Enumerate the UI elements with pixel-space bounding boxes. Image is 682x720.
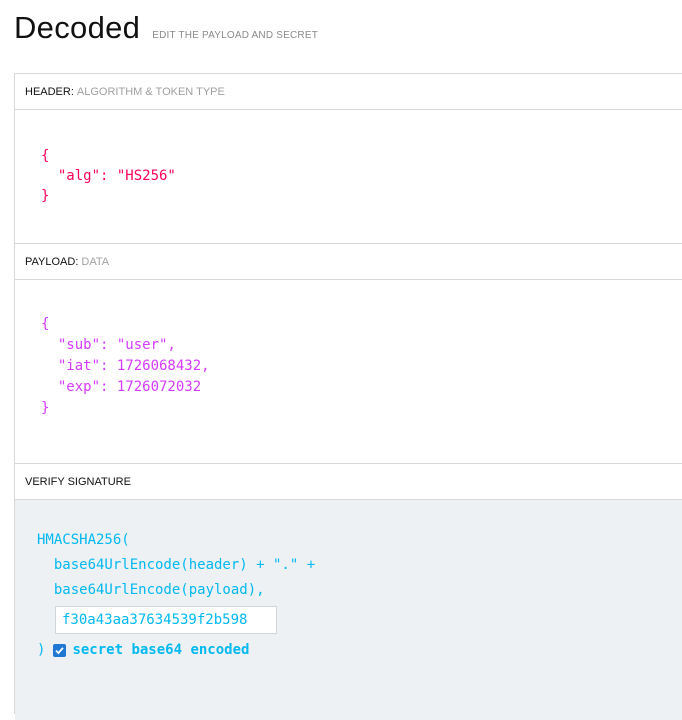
verify-signature-block: HMACSHA256( base64UrlEncode(header) + ".… [15,500,682,720]
header-editor[interactable]: { "alg": "HS256" } [15,111,682,244]
payload-label: PAYLOAD: [25,255,79,268]
header-label-muted: ALGORITHM & TOKEN TYPE [76,85,225,98]
payload-line: "iat": 1726068432, [41,358,210,374]
payload-editor[interactable]: { "sub": "user", "iat": 1726068432, "exp… [15,281,682,464]
page-title: Decoded [14,10,141,45]
secret-base64-checkbox[interactable] [53,643,67,657]
payload-label-muted: DATA [81,255,110,268]
payload-line: { [41,316,50,332]
header-section-label: HEADER: ALGORITHM & TOKEN TYPE [15,74,682,110]
payload-line: } [41,400,50,416]
header-label: HEADER: [25,85,74,98]
verify-func: HMACSHA256( [37,532,130,548]
secret-input[interactable] [55,606,277,634]
verify-section-label: VERIFY SIGNATURE [15,464,682,500]
verify-close-paren: ) [37,641,46,658]
decoded-title-row: Decoded EDIT THE PAYLOAD AND SECRET [14,10,319,45]
payload-line: "exp": 1726072032 [41,379,202,395]
verify-label: VERIFY SIGNATURE [25,475,131,488]
payload-line: "sub": "user", [41,337,176,353]
header-line: "alg": "HS256" [41,168,176,184]
page-subtitle: EDIT THE PAYLOAD AND SECRET [152,30,319,41]
verify-line-payload: base64UrlEncode(payload), [37,582,265,598]
verify-line-header: base64UrlEncode(header) + "." + [37,557,316,573]
decoded-panel: HEADER: ALGORITHM & TOKEN TYPE { "alg": … [14,73,682,720]
check-icon [55,646,65,654]
header-line: { [41,148,50,164]
payload-section-label: PAYLOAD: DATA [15,244,682,280]
secret-base64-label[interactable]: secret base64 encoded [72,638,249,663]
header-line: } [41,188,50,204]
